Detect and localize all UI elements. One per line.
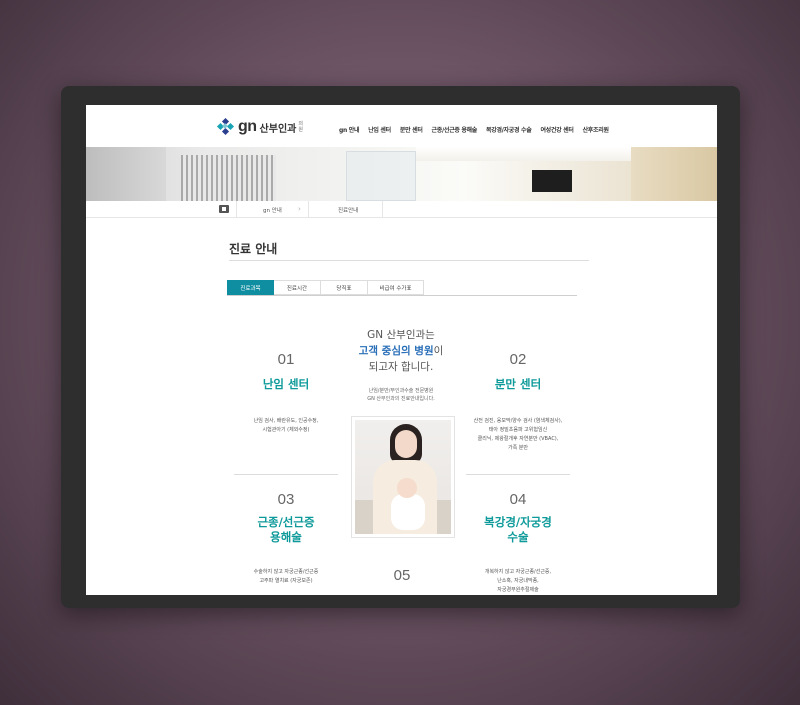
center-desc-infertility: 난임 검사, 배란유도, 인공수정, 시험관아기 (체외수정) [253,418,319,433]
logo-gn: gn [238,118,257,135]
center-number-05: 05 [393,567,411,584]
center-name-infertility[interactable]: 난임 센터 [236,377,336,392]
tab-hours[interactable]: 진료시간 [274,280,321,295]
tab-underline [227,295,577,296]
center-name-laparoscopy[interactable]: 복강경/자궁경 수술 [468,515,568,545]
home-icon[interactable] [219,205,229,213]
center-number-02: 02 [509,351,527,368]
site-header: gn 산부인과 의원 gn 안내 난임 센터 분만 센터 근종/선근증 용해술 … [86,105,717,147]
hero-banner-image [86,147,717,201]
center-name-fibroid[interactable]: 근종/선근증 용해술 [236,515,336,545]
chevron-right-icon: › [298,205,301,213]
breadcrumb-level-2[interactable]: 진료안내 [338,206,358,214]
nav-womens-health[interactable]: 여성건강 센터 [540,125,573,134]
center-number-03: 03 [277,491,295,508]
logo-sub: 의원 [298,121,303,133]
nav-postpartum-care[interactable]: 산후조리원 [583,125,609,134]
tab-departments[interactable]: 진료과목 [227,280,274,295]
nav-gn-info[interactable]: gn 안내 [339,125,360,134]
site-logo[interactable]: gn 산부인과 의원 [216,117,306,136]
divider [466,474,570,475]
logo-mark-icon [216,117,235,136]
intro-subtext: 난임/분만/부인과수술 전문병원 GN 산부인과의 진료안내입니다. [367,388,435,402]
intro-highlight: 고객 중심의 병원 [358,345,434,357]
tab-fees[interactable]: 비급여 수가표 [368,280,424,295]
breadcrumb-level-1[interactable]: gn 안내 [263,206,282,214]
main-nav: gn 안내 난임 센터 분만 센터 근종/선근증 용해술 복강경/자궁경 수술 … [339,125,609,134]
tab-bar: 진료과목 진료시간 당직표 비급여 수가표 [227,280,424,295]
page-title: 진료 안내 [229,242,278,256]
title-divider [229,260,589,261]
nav-infertility-center[interactable]: 난임 센터 [368,125,391,134]
logo-name: 산부인과 [259,123,297,135]
mother-baby-photo [351,416,455,538]
divider [234,474,338,475]
intro-line-3: 되고자 합니다. [368,361,434,373]
nav-delivery-center[interactable]: 분만 센터 [400,125,423,134]
center-desc-delivery: 산전 검진, 융모막/양수 검사 (염색체검사), 태아 정밀초음파 고위험임신… [473,418,563,451]
website-screen: gn 산부인과 의원 gn 안내 난임 센터 분만 센터 근종/선근증 용해술 … [86,105,717,595]
breadcrumb: gn 안내 › 진료안내 [86,201,717,218]
center-number-04: 04 [509,491,527,508]
intro-line-1: GN 산부인과는 [367,329,435,341]
center-number-01: 01 [277,351,295,368]
center-desc-fibroid: 수술하지 않고 자궁근종/선근증 고주파 열치료 (자궁보존) [253,569,319,584]
center-desc-laparoscopy: 개복하지 않고 자궁근종/선근증, 난소혹, 자궁내막종, 자궁경부원추절제술 [484,569,552,593]
intro-suffix: 이 [433,345,444,357]
intro-text: GN 산부인과는 고객 중심의 병원이 되고자 합니다. [336,327,466,375]
nav-fibroid-ablation[interactable]: 근종/선근증 용해술 [432,125,478,134]
center-name-delivery[interactable]: 분만 센터 [468,377,568,392]
nav-laparoscopy[interactable]: 복강경/자궁경 수술 [486,125,532,134]
tab-duty[interactable]: 당직표 [321,280,368,295]
